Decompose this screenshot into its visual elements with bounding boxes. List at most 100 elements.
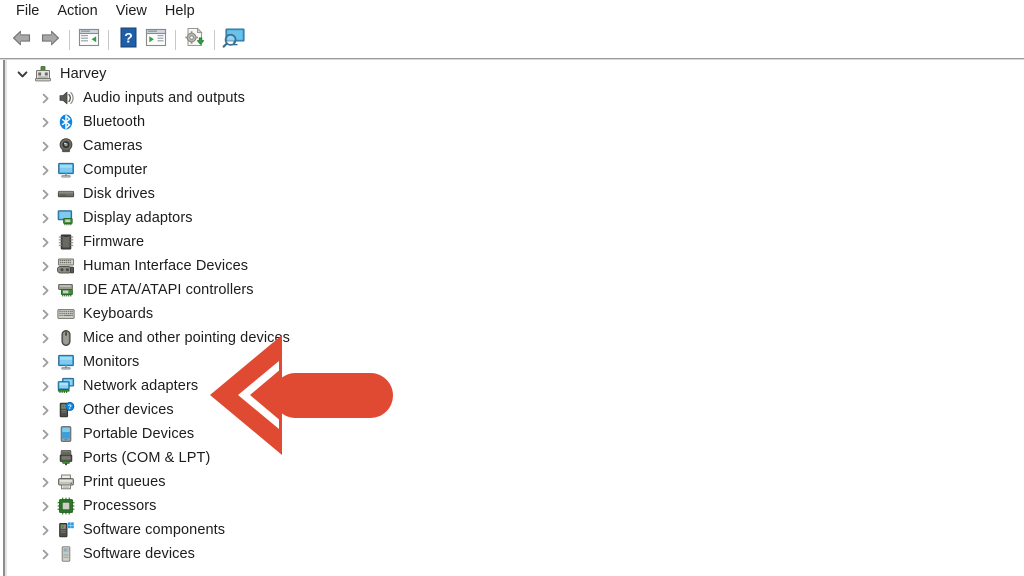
menu-view[interactable]: View: [110, 0, 159, 22]
tree-row-bluetooth[interactable]: Bluetooth: [7, 110, 1024, 134]
forward-button[interactable]: [36, 26, 64, 54]
show-hide-action-pane-button[interactable]: [142, 26, 170, 54]
tree-row-keyboards[interactable]: Keyboards: [7, 302, 1024, 326]
tree-item-label: Display adaptors: [83, 210, 193, 226]
tree-row-cameras[interactable]: Cameras: [7, 134, 1024, 158]
tree-item-label: Ports (COM & LPT): [83, 450, 211, 466]
toolbar-separator-4: [214, 30, 215, 50]
other-device-icon: ?: [55, 399, 77, 421]
tree-item-label: Other devices: [83, 402, 174, 418]
chevron-right-icon[interactable]: [35, 278, 55, 302]
tree-row-computer[interactable]: Computer: [7, 158, 1024, 182]
printer-icon: [55, 471, 77, 493]
tree-item-label: Disk drives: [83, 186, 155, 202]
tree-item-label: Cameras: [83, 138, 143, 154]
tree-row-software-devices[interactable]: Software devices: [7, 542, 1024, 566]
portable-device-icon: [55, 423, 77, 445]
chevron-right-icon[interactable]: [35, 182, 55, 206]
hid-icon: [55, 255, 77, 277]
tree-item-label: Network adapters: [83, 378, 199, 394]
monitor-icon: [55, 351, 77, 373]
device-manager-window: File Action View Help ? Harvey Audio inp…: [0, 0, 1024, 576]
device-tree[interactable]: Harvey Audio inputs and outputs Bluetoot…: [7, 62, 1024, 576]
tree-item-label: Software components: [83, 522, 226, 538]
computer-root-icon: [32, 63, 54, 85]
toolbar-separator-2: [108, 30, 109, 50]
tree-row-print-queues[interactable]: Print queues: [7, 470, 1024, 494]
disk-drive-icon: [55, 183, 77, 205]
chevron-right-icon[interactable]: [35, 230, 55, 254]
show-hide-console-tree-button[interactable]: [75, 26, 103, 54]
menu-bar: File Action View Help: [0, 0, 1024, 22]
help-icon: ?: [119, 27, 138, 53]
tree-row-portable-devices[interactable]: Portable Devices: [7, 422, 1024, 446]
tree-item-label: Keyboards: [83, 306, 154, 322]
tree-row-disk-drives[interactable]: Disk drives: [7, 182, 1024, 206]
tree-item-label: Print queues: [83, 474, 166, 490]
tree-root-label: Harvey: [60, 66, 107, 82]
tree-row-mice-and-other-pointing-devices[interactable]: Mice and other pointing devices: [7, 326, 1024, 350]
bluetooth-icon: [55, 111, 77, 133]
show-hide-action-pane-icon: [145, 28, 167, 52]
tree-row-monitors[interactable]: Monitors: [7, 350, 1024, 374]
chevron-right-icon[interactable]: [35, 350, 55, 374]
chevron-right-icon[interactable]: [35, 158, 55, 182]
tree-row-processors[interactable]: Processors: [7, 494, 1024, 518]
menu-help[interactable]: Help: [159, 0, 207, 22]
chevron-right-icon[interactable]: [35, 470, 55, 494]
speaker-icon: [55, 87, 77, 109]
chevron-right-icon[interactable]: [35, 110, 55, 134]
tree-item-label: Software devices: [83, 546, 196, 562]
chevron-right-icon[interactable]: [35, 134, 55, 158]
chevron-right-icon[interactable]: [35, 518, 55, 542]
back-button[interactable]: [8, 26, 36, 54]
keyboard-icon: [55, 303, 77, 325]
menu-file[interactable]: File: [10, 0, 51, 22]
svg-text:?: ?: [68, 404, 72, 411]
tree-item-label: Mice and other pointing devices: [83, 330, 291, 346]
chevron-right-icon[interactable]: [35, 398, 55, 422]
chevron-right-icon[interactable]: [35, 254, 55, 278]
svg-text:?: ?: [124, 29, 133, 45]
tree-item-label: Processors: [83, 498, 157, 514]
chevron-right-icon[interactable]: [35, 494, 55, 518]
tree-item-label: IDE ATA/ATAPI controllers: [83, 282, 254, 298]
software-component-icon: [55, 519, 77, 541]
help-button[interactable]: ?: [114, 26, 142, 54]
tree-row-human-interface-devices[interactable]: Human Interface Devices: [7, 254, 1024, 278]
tree-item-label: Audio inputs and outputs: [83, 90, 246, 106]
chevron-right-icon[interactable]: [35, 86, 55, 110]
chevron-right-icon[interactable]: [35, 422, 55, 446]
mouse-icon: [55, 327, 77, 349]
back-arrow-icon: [11, 29, 33, 52]
tree-row-network-adapters[interactable]: Network adapters: [7, 374, 1024, 398]
tree-row-root[interactable]: Harvey: [7, 62, 1024, 86]
scan-hardware-changes-button[interactable]: [220, 26, 248, 54]
tree-item-label: Firmware: [83, 234, 145, 250]
toolbar-separator-3: [175, 30, 176, 50]
chevron-right-icon[interactable]: [35, 374, 55, 398]
tree-row-ports-com-lpt[interactable]: Ports (COM & LPT): [7, 446, 1024, 470]
chevron-right-icon[interactable]: [35, 206, 55, 230]
tree-item-label: Monitors: [83, 354, 140, 370]
chevron-right-icon[interactable]: [35, 326, 55, 350]
tree-row-other-devices[interactable]: ? Other devices: [7, 398, 1024, 422]
toolbar-bottom-divider-highlight: [0, 59, 1024, 60]
menu-action[interactable]: Action: [51, 0, 109, 22]
tree-row-software-components[interactable]: Software components: [7, 518, 1024, 542]
tree-item-label: Portable Devices: [83, 426, 195, 442]
update-driver-icon: [184, 27, 207, 53]
port-icon: [55, 447, 77, 469]
chevron-right-icon[interactable]: [35, 302, 55, 326]
tree-row-ide-ata-atapi-controllers[interactable]: IDE ATA/ATAPI controllers: [7, 278, 1024, 302]
tree-item-label: Computer: [83, 162, 148, 178]
tree-row-display-adaptors[interactable]: Display adaptors: [7, 206, 1024, 230]
scan-hardware-changes-icon: [222, 27, 246, 53]
tree-row-firmware[interactable]: Firmware: [7, 230, 1024, 254]
chevron-down-icon[interactable]: [12, 62, 32, 86]
chevron-right-icon[interactable]: [35, 446, 55, 470]
tree-row-audio-inputs-and-outputs[interactable]: Audio inputs and outputs: [7, 86, 1024, 110]
chevron-right-icon[interactable]: [35, 542, 55, 566]
forward-arrow-icon: [39, 29, 61, 52]
update-driver-button[interactable]: [181, 26, 209, 54]
